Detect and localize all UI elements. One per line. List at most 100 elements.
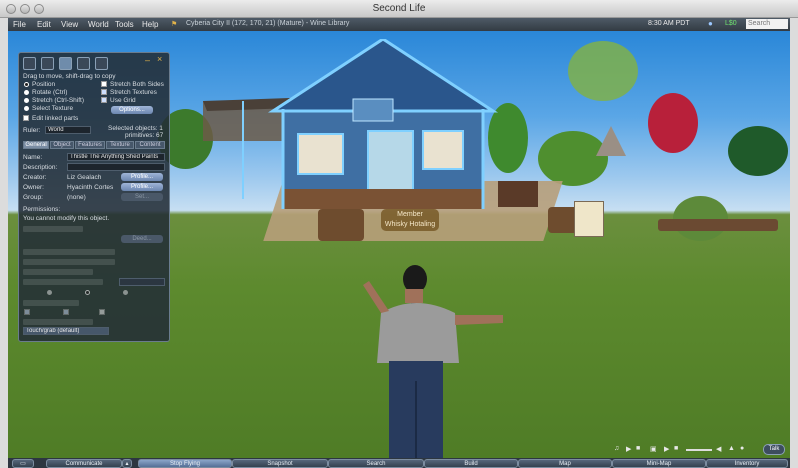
info-icon[interactable]: ● — [708, 19, 713, 28]
build-hint: Drag to move, shift-drag to copy — [23, 73, 116, 80]
stop-icon[interactable]: ■ — [636, 445, 640, 452]
media-stop-icon[interactable]: ■ — [674, 445, 678, 452]
build-tool-floater: – × Drag to move, shift-drag to copy Pos… — [18, 52, 170, 342]
build-button[interactable]: Build — [424, 459, 518, 468]
menu-world[interactable]: World — [88, 20, 109, 29]
dark-tree — [728, 126, 788, 176]
land-tool-icon[interactable] — [95, 57, 108, 70]
price-field[interactable] — [119, 278, 165, 286]
sale-contents-radio[interactable] — [123, 290, 128, 295]
mode-stretch-radio[interactable] — [24, 98, 29, 103]
media-play-icon[interactable]: ▶ — [664, 445, 669, 453]
location-icon[interactable]: ⚑ — [171, 20, 177, 28]
flower-box — [498, 181, 538, 207]
tree-canopy — [568, 41, 638, 101]
speaker-icon[interactable]: ◀ — [716, 445, 721, 453]
tab-texture[interactable]: Texture — [106, 141, 134, 149]
edit-linked-checkbox[interactable] — [23, 115, 29, 121]
tab-object[interactable]: Object — [50, 141, 74, 149]
tag-group: Member — [397, 211, 423, 218]
mode-texture-radio[interactable] — [24, 106, 29, 111]
click-action-label-row — [23, 319, 93, 325]
next-owner-copy-checkbox[interactable] — [63, 309, 69, 315]
use-grid-checkbox[interactable] — [101, 97, 107, 103]
deed-button[interactable]: Deed... — [121, 235, 163, 243]
object-name-field[interactable]: Thistle The Anything Shed Paints — [67, 153, 165, 161]
ruler-select[interactable]: World — [45, 126, 91, 134]
player-avatar[interactable] — [363, 263, 513, 458]
minimize-floater-icon[interactable]: – — [145, 55, 150, 65]
selected-shed[interactable] — [203, 39, 533, 219]
snapshot-button[interactable]: Snapshot — [232, 459, 328, 468]
menu-help[interactable]: Help — [142, 20, 158, 29]
permissions-note: You cannot modify this object. — [23, 215, 110, 222]
next-owner-label-row — [23, 300, 79, 306]
mode-rotate-radio[interactable] — [24, 90, 29, 95]
close-floater-icon[interactable]: × — [157, 54, 162, 64]
mode-stretch-label: Stretch (Ctrl-Shift) — [32, 97, 85, 104]
creator-profile-button[interactable]: Profile... — [121, 173, 163, 181]
owner-value: Hyacinth Cortes — [67, 184, 114, 191]
show-in-search-row — [23, 269, 93, 275]
media-icon[interactable]: ▣ — [650, 445, 657, 453]
barrel-planter — [318, 209, 364, 241]
communicate-dropdown[interactable]: ▴ — [122, 459, 132, 468]
share-with-group-row — [23, 226, 83, 232]
mode-position-label: Position — [32, 81, 56, 88]
mode-position-radio[interactable] — [24, 82, 29, 87]
move-tool-icon[interactable] — [41, 57, 54, 70]
chat-history-button[interactable]: ▭ — [12, 459, 34, 468]
menu-tools[interactable]: Tools — [115, 20, 134, 29]
voice-toggle-icon[interactable]: ▲ — [728, 445, 735, 452]
window-title: Second Life — [372, 3, 426, 14]
volume-slider[interactable] — [686, 449, 712, 451]
search-button[interactable]: Search — [328, 459, 424, 468]
bottom-toolbar: ▭ Communicate ▴ Stop Flying Snapshot Sea… — [8, 458, 790, 468]
search-input[interactable]: Search — [746, 19, 788, 29]
menu-view[interactable]: View — [61, 20, 78, 29]
clock: 8:30 AM PDT — [648, 20, 690, 27]
menu-file[interactable]: File — [13, 20, 26, 29]
ruler-value: World — [48, 127, 64, 133]
owner-profile-button[interactable]: Profile... — [121, 183, 163, 191]
map-button[interactable]: Map — [518, 459, 612, 468]
selected-objects-count: Selected objects: 1 — [108, 125, 163, 132]
inventory-button[interactable]: Inventory — [706, 459, 788, 468]
allow-anyone-move-row — [23, 249, 115, 255]
object-description-field[interactable] — [67, 163, 165, 171]
create-tool-icon[interactable] — [77, 57, 90, 70]
play-icon[interactable]: ▶ — [626, 445, 631, 453]
options-button[interactable]: Options... — [111, 106, 153, 114]
music-icon[interactable]: ♫ — [614, 445, 619, 452]
stop-flying-button[interactable]: Stop Flying — [138, 459, 232, 468]
allow-anyone-copy-row — [23, 259, 115, 265]
red-tree — [648, 93, 698, 153]
fruit-tree — [538, 131, 608, 186]
next-owner-modify-checkbox[interactable] — [24, 309, 30, 315]
next-owner-transfer-checkbox[interactable] — [99, 309, 105, 315]
permissions-label: Permissions: — [23, 206, 61, 213]
location-text[interactable]: Cyberia City II (172, 170, 21) (Mature) … — [186, 20, 349, 27]
tab-general[interactable]: General — [23, 141, 49, 149]
mini-map-button[interactable]: Mini-Map — [612, 459, 706, 468]
sign-board — [574, 201, 604, 237]
click-action-select[interactable]: Touch/grab (default) — [23, 327, 109, 335]
stretch-textures-checkbox[interactable] — [101, 89, 107, 95]
window-titlebar: Second Life — [0, 0, 798, 18]
sale-copy-radio[interactable] — [85, 290, 90, 295]
creator-value: Liz Gealach — [67, 174, 102, 181]
communicate-button[interactable]: Communicate — [46, 459, 122, 468]
sale-original-radio[interactable] — [47, 290, 52, 295]
creator-label: Creator: — [23, 174, 47, 181]
group-set-button[interactable]: Set... — [121, 193, 163, 201]
focus-tool-icon[interactable] — [23, 57, 36, 70]
mode-texture-label: Select Texture — [32, 105, 74, 112]
menu-edit[interactable]: Edit — [37, 20, 51, 29]
edit-tool-icon[interactable] — [59, 57, 72, 70]
chat-bubble-icon[interactable]: ● — [740, 445, 744, 452]
talk-button[interactable]: Talk — [763, 444, 785, 455]
balance[interactable]: L$0 — [725, 20, 737, 27]
tab-features[interactable]: Features — [75, 141, 105, 149]
tab-content[interactable]: Content — [135, 141, 165, 149]
stretch-both-sides-checkbox[interactable] — [101, 81, 107, 87]
